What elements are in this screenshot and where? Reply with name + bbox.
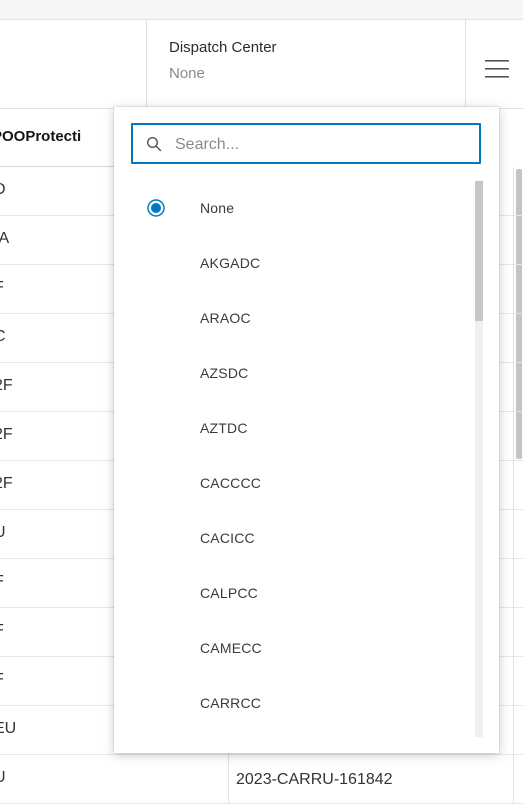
cell-text: C bbox=[0, 314, 6, 360]
cell-text: IA bbox=[0, 230, 10, 247]
option-list: None AKGADC ARAOC AZSDC AZTDC CACCCC CACICC CAL… bbox=[114, 181, 474, 741]
option-item[interactable]: CAMECC bbox=[114, 621, 474, 676]
option-label: AZTDC bbox=[200, 420, 248, 436]
dispatch-center-dropdown: None AKGADC ARAOC AZSDC AZTDC CACCCC CACICC CAL… bbox=[114, 107, 499, 753]
cell-text: F bbox=[0, 559, 4, 605]
table-cell-agency: F bbox=[0, 559, 114, 607]
option-label: CARRCC bbox=[200, 695, 262, 711]
table-cell-agency: F bbox=[0, 657, 114, 705]
top-strip bbox=[0, 0, 523, 20]
radio-selected-icon bbox=[147, 199, 165, 217]
cell-text: F bbox=[0, 265, 4, 311]
table-cell-agency: F bbox=[0, 608, 114, 656]
option-item[interactable]: CARRCC bbox=[114, 676, 474, 731]
option-label: CACCCC bbox=[200, 475, 262, 491]
table-cell-agency: 2F bbox=[0, 461, 114, 509]
table-cell-agency: C bbox=[0, 314, 114, 362]
cell-text: EU bbox=[0, 720, 17, 737]
filter-toolbar: Dispatch Center None bbox=[0, 20, 523, 109]
table-cell-agency: F bbox=[0, 265, 114, 313]
option-label: None bbox=[200, 200, 235, 216]
cell-text: 2F bbox=[0, 377, 13, 394]
search-box[interactable] bbox=[131, 123, 481, 164]
table-cell-agency: IA bbox=[0, 216, 114, 264]
cell-text: U bbox=[0, 755, 6, 801]
list-scrollbar-thumb[interactable] bbox=[475, 181, 483, 321]
option-item[interactable]: CACCCC bbox=[114, 456, 474, 511]
search-icon bbox=[146, 136, 162, 152]
cell-text: U bbox=[0, 510, 6, 556]
option-label: AZSDC bbox=[200, 365, 249, 381]
option-item[interactable]: AZTDC bbox=[114, 401, 474, 456]
table-cell-incident-id: 2023-CARRU-161842 bbox=[236, 771, 393, 788]
table-cell-agency: D bbox=[0, 167, 114, 215]
search-input[interactable] bbox=[173, 125, 477, 164]
filter-value: None bbox=[169, 65, 205, 82]
hamburger-menu-icon[interactable] bbox=[476, 51, 518, 87]
cell-text: F bbox=[0, 657, 4, 703]
table-cell-agency: 2F bbox=[0, 363, 114, 411]
cell-text: F bbox=[0, 608, 4, 654]
option-item[interactable]: AZSDC bbox=[114, 346, 474, 401]
cell-text: D bbox=[0, 167, 6, 213]
option-item[interactable]: ARAOC bbox=[114, 291, 474, 346]
column-header-label: POOProtecti bbox=[0, 128, 82, 145]
option-label: CACICC bbox=[200, 530, 255, 546]
table-cell-agency: U bbox=[0, 755, 114, 803]
table-cell-agency: U bbox=[0, 510, 114, 558]
table-cell-agency: 2F bbox=[0, 412, 114, 460]
table-cell-agency: EU bbox=[0, 706, 114, 754]
option-label: AKGADC bbox=[200, 255, 261, 271]
option-label: CAMECC bbox=[200, 640, 262, 656]
cell-text: 2F bbox=[0, 475, 13, 492]
column-header-poo-protecting-agency[interactable]: POOProtecti bbox=[0, 109, 114, 167]
cell-text: 2F bbox=[0, 426, 13, 443]
option-item[interactable]: None bbox=[114, 181, 474, 236]
option-item[interactable]: CALPCC bbox=[114, 566, 474, 621]
option-label: CALPCC bbox=[200, 585, 258, 601]
option-item[interactable]: AKGADC bbox=[114, 236, 474, 291]
filter-label: Dispatch Center bbox=[169, 39, 277, 56]
dispatch-center-filter[interactable]: Dispatch Center None bbox=[146, 20, 466, 108]
table-row[interactable]: U 2023-CARRU-161842 bbox=[0, 755, 523, 804]
option-item[interactable]: CACICC bbox=[114, 511, 474, 566]
option-label: ARAOC bbox=[200, 310, 251, 326]
